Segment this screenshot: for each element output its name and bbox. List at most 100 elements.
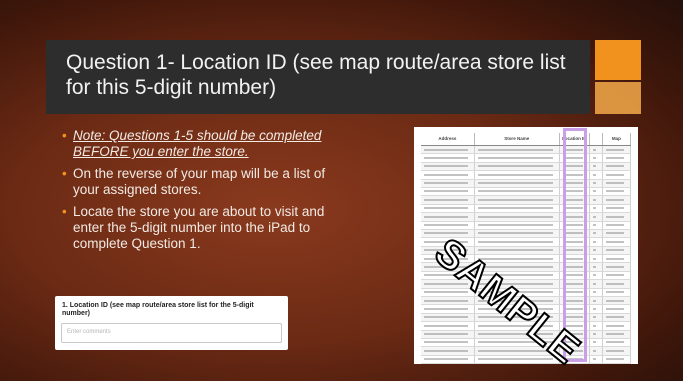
- table-cell: [475, 196, 560, 204]
- table-cell: [421, 355, 475, 364]
- table-cell: [590, 263, 603, 271]
- table-cell: [421, 305, 475, 313]
- table-cell: [590, 255, 603, 263]
- table-row: [421, 196, 631, 205]
- table-cell: [421, 213, 475, 221]
- table-cell: [603, 322, 631, 330]
- table-header: Address Store Name Location ID Map: [421, 133, 631, 146]
- table-cell: [421, 187, 475, 196]
- table-cell: [590, 288, 603, 297]
- table-cell: [421, 347, 475, 355]
- table-cell: [475, 204, 560, 213]
- table-cell: [603, 221, 631, 229]
- bullet-list: Note: Questions 1-5 should be completed …: [62, 128, 342, 258]
- table-cell: [421, 338, 475, 347]
- table-cell: [603, 213, 631, 221]
- table-cell: [475, 154, 560, 162]
- table-cell: [590, 171, 603, 179]
- table-cell: [421, 146, 475, 154]
- bullet-text: On the reverse of your map will be a lis…: [73, 166, 326, 197]
- question-form-screenshot: 1. Location ID (see map route/area store…: [55, 296, 288, 350]
- table-cell: [421, 322, 475, 330]
- column-header-blank: [590, 133, 603, 145]
- table-cell: [603, 280, 631, 288]
- column-header-address: Address: [421, 133, 475, 145]
- table-cell: [603, 355, 631, 364]
- table-cell: [590, 162, 603, 171]
- table-cell: [421, 154, 475, 162]
- table-cell: [603, 238, 631, 246]
- column-header-map: Map: [603, 133, 631, 145]
- accent-block-light: [595, 82, 641, 114]
- table-cell: [603, 330, 631, 338]
- table-cell: [603, 347, 631, 355]
- table-cell: [603, 171, 631, 179]
- bullet-note: Note: Questions 1-5 should be completed …: [62, 128, 342, 160]
- table-row: [421, 154, 631, 163]
- table-cell: [475, 146, 560, 154]
- question-label: 1. Location ID (see map route/area store…: [62, 302, 254, 317]
- bullet-text: Locate the store you are about to visit …: [73, 204, 325, 251]
- table-cell: [603, 263, 631, 271]
- table-cell: [590, 330, 603, 338]
- bullet-locate-store: Locate the store you are about to visit …: [62, 204, 342, 252]
- table-cell: [603, 313, 631, 322]
- table-cell: [475, 179, 560, 187]
- table-cell: [603, 196, 631, 204]
- table-cell: [590, 221, 603, 229]
- table-row: [421, 179, 631, 188]
- table-cell: [590, 297, 603, 305]
- location-id-input[interactable]: Enter comments: [61, 323, 282, 343]
- table-row: [421, 221, 631, 230]
- input-placeholder: Enter comments: [67, 329, 111, 335]
- table-cell: [603, 204, 631, 213]
- table-cell: [475, 213, 560, 221]
- table-cell: [475, 246, 560, 255]
- table-cell: [590, 229, 603, 238]
- table-row: [421, 146, 631, 155]
- table-cell: [590, 271, 603, 280]
- table-row: [421, 347, 631, 356]
- table-cell: [590, 347, 603, 355]
- table-cell: [590, 322, 603, 330]
- table-cell: [603, 255, 631, 263]
- table-cell: [590, 238, 603, 246]
- table-row: [421, 204, 631, 214]
- table-cell: [603, 229, 631, 238]
- table-cell: [603, 162, 631, 171]
- table-cell: [590, 187, 603, 196]
- bullet-reverse-map: On the reverse of your map will be a lis…: [62, 166, 342, 198]
- table-cell: [590, 196, 603, 204]
- table-cell: [603, 146, 631, 154]
- table-cell: [603, 288, 631, 297]
- table-cell: [421, 330, 475, 338]
- table-cell: [603, 305, 631, 313]
- table-cell: [590, 313, 603, 322]
- table-cell: [590, 355, 603, 364]
- table-row: [421, 355, 631, 364]
- table-row: [421, 162, 631, 172]
- table-cell: [590, 154, 603, 162]
- title-bar: Question 1- Location ID (see map route/a…: [46, 40, 590, 114]
- table-cell: [421, 171, 475, 179]
- note-text: Note: Questions 1-5 should be completed …: [73, 128, 322, 159]
- table-cell: [421, 196, 475, 204]
- table-cell: [603, 154, 631, 162]
- table-cell: [590, 246, 603, 255]
- table-cell: [421, 221, 475, 229]
- table-row: [421, 171, 631, 180]
- table-cell: [475, 162, 560, 171]
- table-cell: [590, 146, 603, 154]
- table-cell: [603, 297, 631, 305]
- slide: Question 1- Location ID (see map route/a…: [0, 0, 683, 381]
- table-cell: [590, 204, 603, 213]
- table-cell: [421, 204, 475, 213]
- table-cell: [590, 338, 603, 347]
- table-cell: [603, 246, 631, 255]
- table-cell: [603, 271, 631, 280]
- table-cell: [421, 313, 475, 322]
- table-row: [421, 187, 631, 197]
- table-cell: [590, 213, 603, 221]
- table-cell: [603, 187, 631, 196]
- table-cell: [603, 179, 631, 187]
